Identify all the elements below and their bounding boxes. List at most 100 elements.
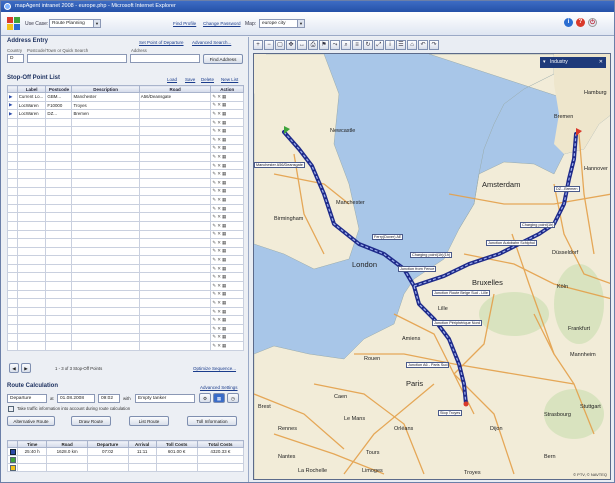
stop-row-play[interactable] (7, 134, 18, 145)
stop-row-play[interactable] (7, 177, 18, 188)
stop-row-empty[interactable]: ✎✕▦ (7, 306, 244, 317)
new-list-link[interactable]: New List (221, 77, 238, 82)
find-profile-link[interactable]: Find Profile (173, 21, 196, 26)
home-icon[interactable]: ⌂ (407, 40, 417, 50)
stop-row-empty[interactable]: ✎✕▦ (7, 169, 244, 179)
stop-row-play[interactable] (7, 289, 18, 300)
callout-border1[interactable]: Junction from Fence (398, 266, 437, 273)
stop-actions[interactable]: ✎✕▦ (210, 281, 244, 291)
move-icon[interactable]: ▦ (222, 171, 227, 176)
poi-icon[interactable]: ⚑ (319, 40, 329, 50)
stop-row-play[interactable] (7, 169, 18, 179)
stop-row-play[interactable] (7, 212, 18, 222)
legend-icon[interactable]: ☰ (396, 40, 406, 50)
play-icon[interactable]: ▶ (7, 92, 18, 102)
optimize-sequence-link[interactable]: Optimize Sequence... (193, 366, 236, 371)
stop-marker-icon[interactable] (463, 401, 469, 407)
stop-row-empty[interactable]: ✎✕▦ (7, 117, 244, 128)
stop-actions[interactable]: ✎✕▦ (210, 143, 244, 154)
stop-row-empty[interactable]: ✎✕▦ (7, 281, 244, 291)
move-icon[interactable]: ▦ (222, 291, 227, 296)
move-icon[interactable]: ▦ (222, 120, 227, 125)
move-icon[interactable]: ▦ (222, 309, 227, 314)
search-icon[interactable]: ⌕ (341, 40, 351, 50)
stop-row[interactable]: ▶ Current Lo... GBM... Manchester A56/Deansg… (7, 92, 244, 102)
traffic-checkbox[interactable] (8, 406, 14, 412)
industry-layer-dropdown[interactable]: ▾ Industry ✕ (540, 57, 606, 68)
move-icon[interactable]: ▦ (222, 231, 227, 236)
stop-actions[interactable]: ✎✕▦ (210, 238, 244, 248)
stop-row-play[interactable] (7, 281, 18, 291)
route-summary-row-empty[interactable] (7, 455, 245, 464)
stop-row-empty[interactable]: ✎✕▦ (7, 195, 244, 205)
find-address-button[interactable]: Find Address (203, 54, 243, 64)
stop-row-empty[interactable]: ✎✕▦ (7, 126, 244, 136)
stop-actions[interactable]: ✎✕▦ (210, 332, 244, 343)
undo-icon[interactable]: ↶ (418, 40, 428, 50)
stop-row-play[interactable] (7, 117, 18, 128)
stop-row-play[interactable] (7, 306, 18, 317)
col-header-postcode[interactable]: Postcode (45, 85, 73, 93)
stop-row-empty[interactable]: ✎✕▦ (7, 238, 244, 248)
save-link[interactable]: Save (185, 77, 195, 82)
time-input[interactable]: 09:02 (98, 394, 120, 403)
route-color-swatch[interactable] (7, 463, 18, 472)
stop-row-empty[interactable]: ✎✕▦ (7, 315, 244, 326)
route-summary-row[interactable]: 25:40 h 1628.0 km 07:02 11:11 601.00 € 4… (7, 447, 245, 456)
stop-row-empty[interactable]: ✎✕▦ (7, 324, 244, 334)
play-icon[interactable]: ▶ (7, 100, 18, 111)
refresh-icon[interactable]: ↻ (363, 40, 373, 50)
next-page-button[interactable]: ▶ (21, 363, 31, 373)
info-icon[interactable]: i (385, 40, 395, 50)
stop-row-empty[interactable]: ✎✕▦ (7, 134, 244, 145)
stop-actions[interactable]: ✎✕▦ (210, 246, 244, 257)
stop-row-empty[interactable]: ✎✕▦ (7, 186, 244, 197)
route-color-swatch[interactable] (7, 455, 18, 464)
route-color-swatch[interactable] (7, 447, 18, 456)
info-icon[interactable]: i (564, 18, 573, 27)
stop-actions[interactable]: ✎✕▦ (210, 263, 244, 274)
stop-actions[interactable]: ✎✕▦ (210, 134, 244, 145)
stop-actions[interactable]: ✎✕▦ (210, 203, 244, 214)
move-icon[interactable]: ▦ (222, 326, 227, 331)
stop-actions[interactable]: ✎✕▦ (210, 195, 244, 205)
stop-actions[interactable]: ✎✕▦ (210, 109, 244, 119)
callout-paris-south[interactable]: Junction A6 - Paris Sud (406, 362, 450, 369)
stop-actions[interactable]: ✎✕▦ (210, 152, 244, 162)
route-map[interactable]: Newcastle Birmingham London Amsterdam Br… (253, 53, 611, 480)
col-header-description[interactable]: Description (71, 85, 140, 93)
callout-bremen[interactable]: DZ...Bremen (554, 186, 580, 193)
stop-row-play[interactable] (7, 246, 18, 257)
draw-route-button[interactable]: Draw Route (71, 416, 111, 426)
move-icon[interactable]: ▦ (222, 274, 227, 279)
stop-row-empty[interactable]: ✎✕▦ (7, 272, 244, 283)
stop-row-play[interactable] (7, 315, 18, 326)
stop-row-play[interactable] (7, 229, 18, 240)
stop-row-play[interactable] (7, 203, 18, 214)
stop-actions[interactable]: ✎✕▦ (210, 255, 244, 265)
route-summary-row-empty[interactable] (7, 463, 245, 472)
move-icon[interactable]: ▦ (222, 128, 227, 133)
stop-row[interactable]: ▶ LocWaren F10000 Troyes ✎✕▦ (7, 100, 244, 111)
zoom-in-icon[interactable]: + (253, 40, 263, 50)
move-icon[interactable]: ▦ (222, 137, 227, 142)
delete-link[interactable]: Delete (201, 77, 214, 82)
stop-actions[interactable]: ✎✕▦ (210, 177, 244, 188)
set-departure-link[interactable]: Set Point of Departure (139, 40, 184, 45)
stop-row-play[interactable] (7, 298, 18, 308)
stop-actions[interactable]: ✎✕▦ (210, 289, 244, 300)
move-icon[interactable]: ▦ (222, 334, 227, 339)
route-icon[interactable]: ⤳ (330, 40, 340, 50)
stop-row-play[interactable] (7, 143, 18, 154)
stop-row-play[interactable] (7, 238, 18, 248)
stop-actions[interactable]: ✎✕▦ (210, 324, 244, 334)
callout-manchester[interactable]: Manchester A56/Deansgate (254, 162, 305, 169)
move-icon[interactable]: ▦ (222, 206, 227, 211)
move-icon[interactable]: ▦ (222, 266, 227, 271)
stop-row-play[interactable] (7, 126, 18, 136)
move-icon[interactable]: ▦ (222, 257, 227, 262)
stop-row-empty[interactable]: ✎✕▦ (7, 152, 244, 162)
stop-row-play[interactable] (7, 332, 18, 343)
stop-actions[interactable]: ✎✕▦ (210, 117, 244, 128)
toll-information-button[interactable]: Toll Information (187, 416, 237, 426)
